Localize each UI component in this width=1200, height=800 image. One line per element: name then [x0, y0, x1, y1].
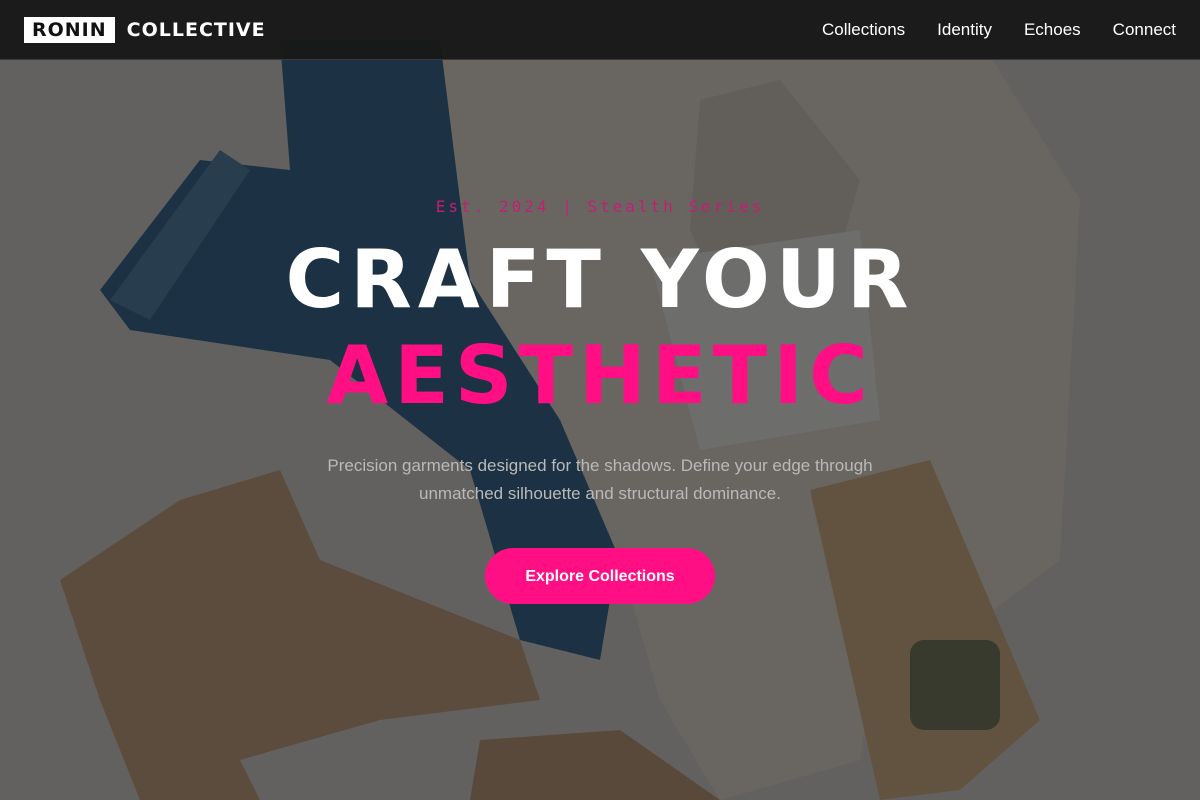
- hero-headline-line1: CRAFT YOUR: [285, 233, 915, 326]
- hero-subtext: Precision garments designed for the shad…: [327, 456, 873, 503]
- explore-collections-button[interactable]: Explore Collections: [485, 548, 715, 604]
- nav-link-identity[interactable]: Identity: [937, 20, 992, 40]
- main-nav: Collections Identity Echoes Connect: [822, 20, 1176, 40]
- top-navbar: RONIN COLLECTIVE Collections Identity Ec…: [0, 0, 1200, 60]
- nav-link-connect[interactable]: Connect: [1113, 20, 1176, 40]
- nav-link-collections[interactable]: Collections: [822, 20, 905, 40]
- nav-link-echoes[interactable]: Echoes: [1024, 20, 1081, 40]
- hero-headline-line2: AESTHETIC: [326, 329, 874, 422]
- landing-page: RONIN COLLECTIVE Collections Identity Ec…: [0, 0, 1200, 800]
- brand-logo-box: RONIN: [24, 16, 115, 43]
- hero-eyebrow: Est. 2024 | Stealth Series: [435, 197, 765, 216]
- brand-logo-text: COLLECTIVE: [126, 18, 266, 41]
- hero-section: Est. 2024 | Stealth Series CRAFT YOUR AE…: [0, 0, 1200, 800]
- brand-logo[interactable]: RONIN COLLECTIVE: [24, 16, 266, 43]
